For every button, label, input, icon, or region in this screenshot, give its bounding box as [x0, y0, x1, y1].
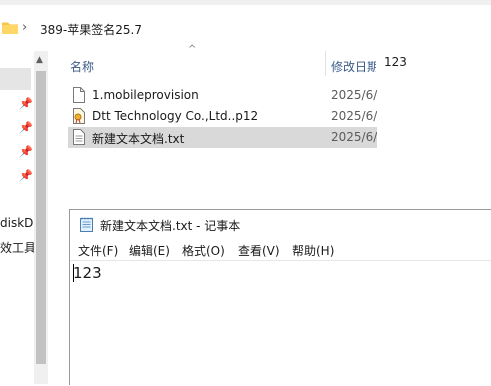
nav-selected-item[interactable] — [0, 68, 31, 90]
menu-bar: 文件(F) 编辑(E) 格式(O) 查看(V) 帮助(H) — [70, 240, 491, 260]
menu-format[interactable]: 格式(O) — [182, 242, 225, 259]
text-file-icon — [73, 129, 85, 145]
menu-edit[interactable]: 编辑(E) — [129, 242, 170, 259]
pin-icon: 📌 — [19, 121, 33, 134]
sort-ascending-icon: ^ — [188, 44, 197, 55]
column-divider[interactable] — [325, 51, 326, 76]
file-date: 2025/6/ — [331, 109, 377, 123]
file-date: 2025/6/ — [331, 130, 377, 144]
address-bar[interactable]: › 389-苹果签名25.7 — [0, 12, 491, 44]
column-header-name[interactable]: 名称 — [70, 58, 94, 75]
ribbon-edge — [0, 0, 491, 5]
nav-item-disk[interactable]: diskD — [0, 216, 33, 230]
menu-view[interactable]: 查看(V) — [238, 242, 280, 259]
column-header-date[interactable]: 修改日期 — [331, 58, 376, 75]
menu-file[interactable]: 文件(F) — [78, 242, 118, 259]
notepad-window[interactable]: 新建文本文档.txt - 记事本 文件(F) 编辑(E) 格式(O) 查看(V)… — [69, 209, 491, 385]
notepad-title: 新建文本文档.txt - 记事本 — [100, 219, 241, 233]
menu-help[interactable]: 帮助(H) — [292, 242, 334, 259]
pin-icon: 📌 — [19, 145, 33, 158]
folder-icon — [2, 22, 18, 34]
text-caret — [73, 264, 74, 282]
file-name: 新建文本文档.txt — [92, 132, 185, 146]
editor-content[interactable]: 123 — [73, 264, 102, 282]
file-name: Dtt Technology Co.,Ltd..p12 — [92, 109, 259, 123]
breadcrumb-separator: › — [22, 20, 28, 35]
pin-icon: 📌 — [19, 97, 33, 110]
pin-icon: 📌 — [19, 169, 33, 182]
notepad-icon — [80, 217, 93, 232]
nav-scrollbar[interactable]: ▲ — [34, 51, 48, 384]
file-date: 2025/6/ — [331, 88, 377, 102]
file-row[interactable]: 1.mobileprovision 2025/6/ — [68, 85, 377, 106]
text-editor-area[interactable]: 123 — [70, 260, 491, 386]
preview-pane-text: 123 — [384, 55, 407, 69]
certificate-icon — [73, 108, 85, 124]
breadcrumb-current-folder[interactable]: 389-苹果签名25.7 — [40, 21, 142, 38]
notepad-titlebar[interactable]: 新建文本文档.txt - 记事本 — [70, 210, 491, 238]
nav-item-tools[interactable]: 效工具 — [0, 239, 36, 256]
file-name: 1.mobileprovision — [92, 88, 199, 102]
scroll-up-arrow-icon[interactable]: ▲ — [36, 55, 43, 65]
file-icon — [73, 87, 85, 103]
file-row-selected[interactable]: 新建文本文档.txt 2025/6/ — [68, 127, 377, 148]
file-row[interactable]: Dtt Technology Co.,Ltd..p12 2025/6/ — [68, 106, 377, 127]
scrollbar-thumb[interactable] — [36, 71, 46, 364]
